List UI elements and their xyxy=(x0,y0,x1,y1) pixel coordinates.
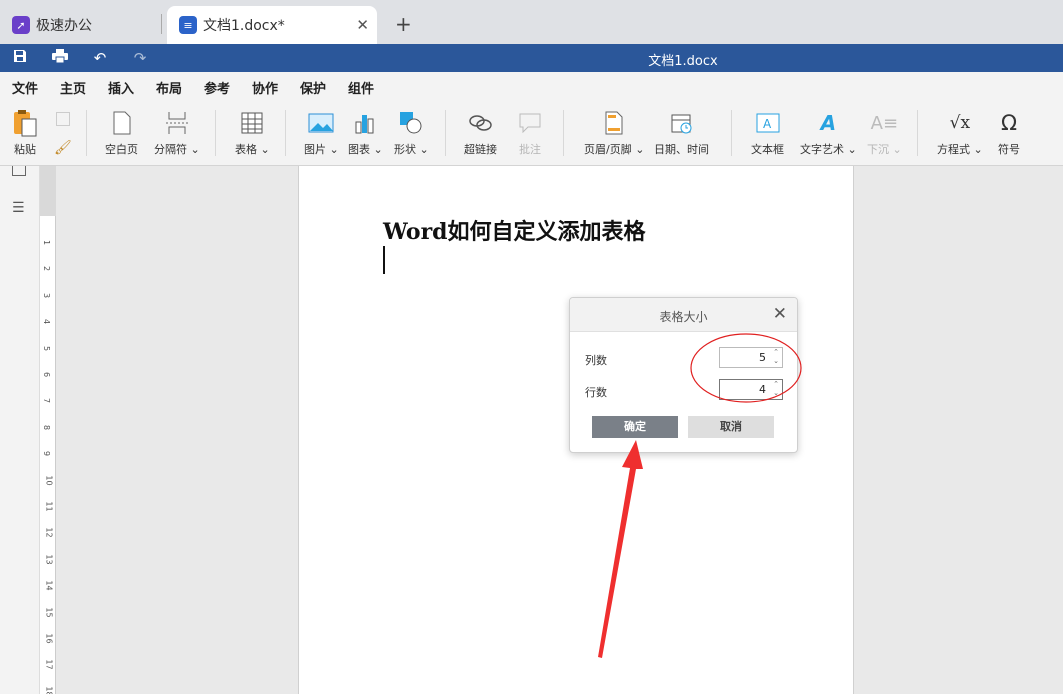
annotation-overlay xyxy=(598,333,802,658)
highlight-ellipse xyxy=(690,333,802,403)
pointer-arrow xyxy=(598,440,643,658)
